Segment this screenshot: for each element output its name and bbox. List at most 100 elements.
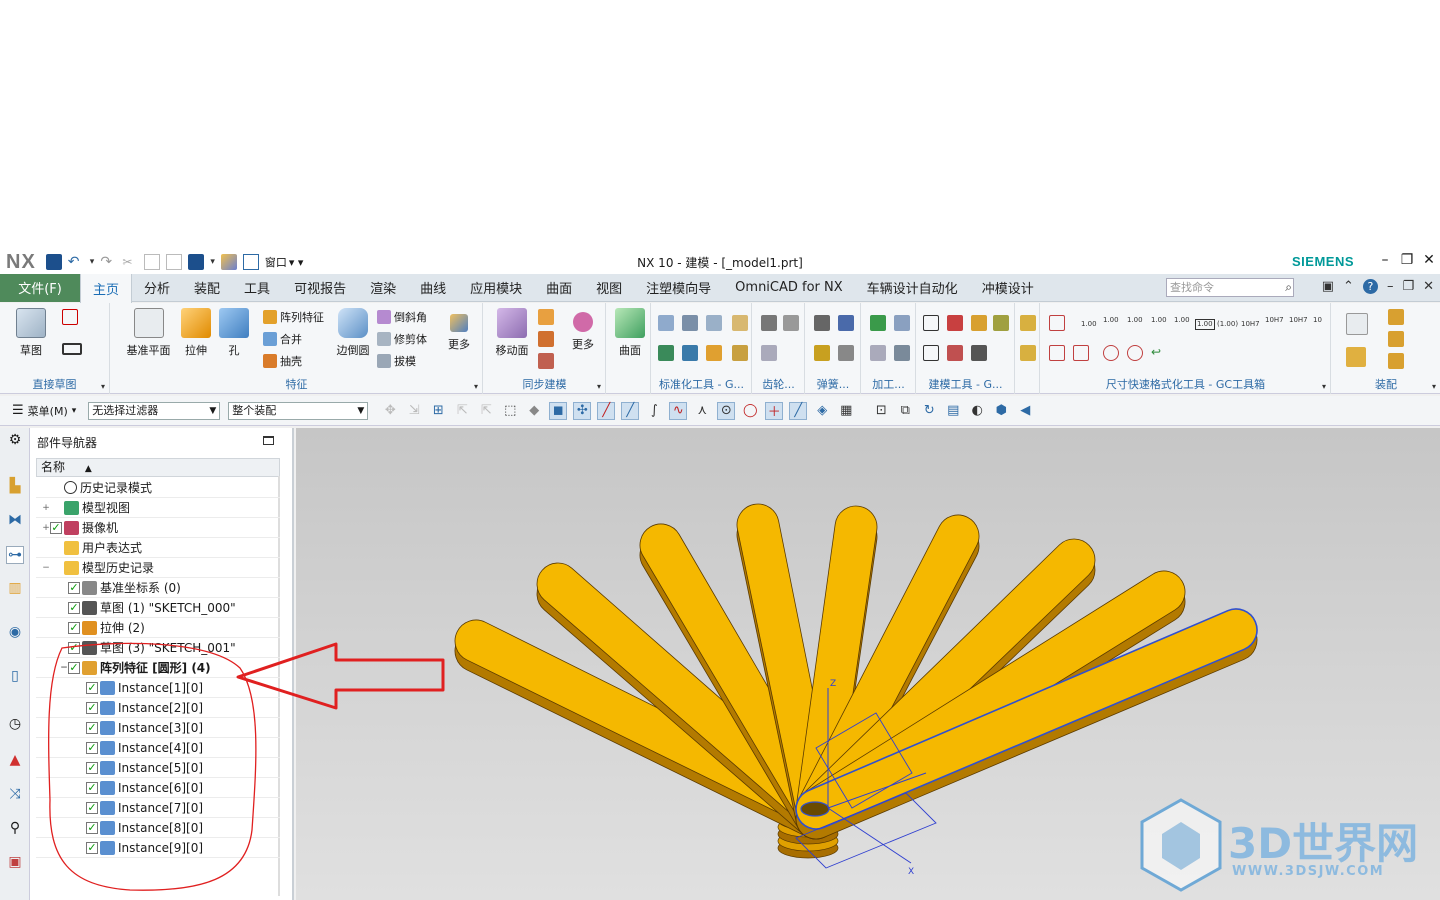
graphics-window[interactable]: ZX <box>296 428 1440 900</box>
tree-row[interactable]: ✓ Instance[4][0] <box>36 738 280 758</box>
dimension-icon[interactable] <box>1049 315 1065 331</box>
datum-plane-button[interactable]: 基准平面 <box>121 308 176 358</box>
group-dropdown-icon[interactable]: ▾ <box>474 382 478 391</box>
tab-assembly[interactable]: 装配 <box>182 274 232 302</box>
arc-center-icon[interactable]: ⋏ <box>693 402 711 420</box>
select-icon[interactable]: ⇱ <box>477 402 495 420</box>
tab-visual-report[interactable]: 可视报告 <box>282 274 358 302</box>
copy-icon[interactable] <box>144 254 161 270</box>
window-menu[interactable]: 窗口 ▾ ▾ <box>265 254 304 270</box>
tab-die-design[interactable]: 冲模设计 <box>970 274 1046 302</box>
misc-tool-icon[interactable] <box>1020 345 1036 361</box>
quadrant-icon[interactable]: ◯ <box>741 402 759 420</box>
rotate-icon[interactable]: ↻ <box>920 402 938 420</box>
shell-button[interactable]: 抽壳 <box>263 353 302 369</box>
modeling-tool-icon[interactable] <box>971 315 987 331</box>
expand-toggle-icon[interactable]: + <box>42 503 50 513</box>
doc-minimize-icon[interactable]: – <box>1387 279 1394 294</box>
misc-tool-icon[interactable] <box>1020 315 1036 331</box>
minimize-icon[interactable]: – <box>1378 252 1392 268</box>
tab-mold-wizard[interactable]: 注塑模向导 <box>634 274 723 302</box>
visibility-checkbox[interactable]: ✓ <box>86 841 98 854</box>
layer-icon[interactable]: ◀ <box>1016 402 1034 420</box>
std-tool-icon[interactable] <box>732 345 748 361</box>
history-icon[interactable]: ▯ <box>6 668 24 686</box>
doc-close-icon[interactable]: ✕ <box>1423 279 1434 294</box>
tolerance-format[interactable]: 1.00 <box>1081 321 1097 328</box>
std-tool-icon[interactable] <box>658 315 674 331</box>
selection-scope-select[interactable]: 整个装配 ▼ <box>228 401 369 420</box>
tree-row[interactable]: ✓ Instance[5][0] <box>36 758 280 778</box>
tree-row[interactable]: ✓ Instance[1][0] <box>36 678 280 698</box>
spring-icon[interactable] <box>814 345 830 361</box>
machining-icon[interactable] <box>894 345 910 361</box>
tree-row[interactable]: − ✓ 阵列特征 [圆形] (4) <box>36 658 280 678</box>
select-icon[interactable]: ⇲ <box>405 402 423 420</box>
body-select-icon[interactable]: ◼ <box>549 401 568 420</box>
render-style-icon[interactable]: ◐ <box>968 402 986 420</box>
modeling-tool-icon[interactable] <box>947 315 963 331</box>
dimension-icon[interactable] <box>1103 345 1119 361</box>
process-studio-icon[interactable]: ⤨ <box>6 786 24 804</box>
save-icon[interactable] <box>45 254 62 270</box>
visibility-checkbox[interactable]: ✓ <box>50 521 62 534</box>
box-select-icon[interactable]: ⬚ <box>501 402 519 420</box>
feature-more-button[interactable]: 更多 <box>436 308 482 352</box>
visibility-checkbox[interactable]: ✓ <box>68 621 80 634</box>
select-icon[interactable]: ✥ <box>381 402 399 420</box>
tolerance-format[interactable]: 1.00 <box>1103 317 1119 324</box>
tab-surface[interactable]: 曲面 <box>534 274 584 302</box>
menu-button[interactable]: ☰ 菜单(M) ▾ <box>12 403 76 419</box>
select-icon[interactable]: ⇱ <box>453 402 471 420</box>
tab-tools[interactable]: 工具 <box>232 274 282 302</box>
std-tool-icon[interactable] <box>706 345 722 361</box>
visibility-checkbox[interactable]: ✓ <box>86 681 98 694</box>
tab-render[interactable]: 渲染 <box>358 274 408 302</box>
pattern-feature-button[interactable]: 阵列特征 <box>263 309 324 325</box>
group-dropdown-icon[interactable]: ▾ <box>1432 382 1436 391</box>
tolerance-format[interactable]: 10 <box>1313 317 1322 324</box>
center-icon[interactable]: ⊙ <box>717 401 736 420</box>
move-face-button[interactable]: 移动面 <box>490 308 534 358</box>
zoom-icon[interactable]: ⧉ <box>896 402 914 420</box>
maximize-icon[interactable] <box>263 436 274 445</box>
std-tool-icon[interactable] <box>682 315 698 331</box>
settings-icon[interactable]: ⚙ <box>6 432 24 450</box>
tree-row[interactable]: ✓ Instance[6][0] <box>36 778 280 798</box>
gear-icon[interactable] <box>783 315 799 331</box>
cut-icon[interactable]: ✂ <box>122 254 138 270</box>
spline-icon[interactable] <box>62 309 78 325</box>
expand-toggle-icon[interactable]: + <box>42 523 50 533</box>
assembly-icon[interactable] <box>1346 347 1366 367</box>
std-tool-icon[interactable] <box>658 345 674 361</box>
group-dropdown-icon[interactable]: ▾ <box>597 382 601 391</box>
surface-button[interactable]: 曲面 <box>607 308 653 358</box>
control-point-icon[interactable]: ∫ <box>645 402 663 420</box>
tree-row[interactable]: − 模型历史记录 <box>36 558 280 578</box>
orient-view-icon[interactable]: ▤ <box>944 402 962 420</box>
tree-row[interactable]: ✓ Instance[8][0] <box>36 818 280 838</box>
point-on-face-icon[interactable]: ╱ <box>789 401 808 420</box>
help-icon[interactable]: ? <box>1362 279 1378 294</box>
solid-select-icon[interactable]: ◆ <box>525 402 543 420</box>
tree-row[interactable]: ✓ 基准坐标系 (0) <box>36 578 280 598</box>
tolerance-format[interactable]: 1.00 <box>1151 317 1167 324</box>
part-navigator-icon[interactable]: ⊶ <box>6 546 24 564</box>
spring-icon[interactable] <box>838 315 854 331</box>
mid-point-icon[interactable]: ╱ <box>621 401 640 420</box>
command-search-input[interactable]: 查找命令 <box>1166 278 1294 297</box>
end-point-icon[interactable]: ╱ <box>597 401 616 420</box>
tolerance-format[interactable]: 1.00 <box>1127 317 1143 324</box>
save-dropdown-icon[interactable]: ▾ <box>210 257 215 267</box>
edit-icon[interactable] <box>220 254 237 270</box>
chamfer-button[interactable]: 倒斜角 <box>377 309 427 325</box>
web-browser-icon[interactable]: ◉ <box>6 624 24 642</box>
gear-icon[interactable] <box>761 315 777 331</box>
dimension-icon[interactable] <box>1127 345 1143 361</box>
assembly-icon[interactable] <box>1388 309 1404 325</box>
expand-toggle-icon[interactable]: − <box>60 663 68 673</box>
constraint-navigator-icon[interactable]: ⧓ <box>6 512 24 530</box>
group-dropdown-icon[interactable]: ▾ <box>1322 382 1326 391</box>
tolerance-format[interactable]: 10H7 <box>1289 317 1308 324</box>
trim-body-button[interactable]: 修剪体 <box>377 331 427 347</box>
